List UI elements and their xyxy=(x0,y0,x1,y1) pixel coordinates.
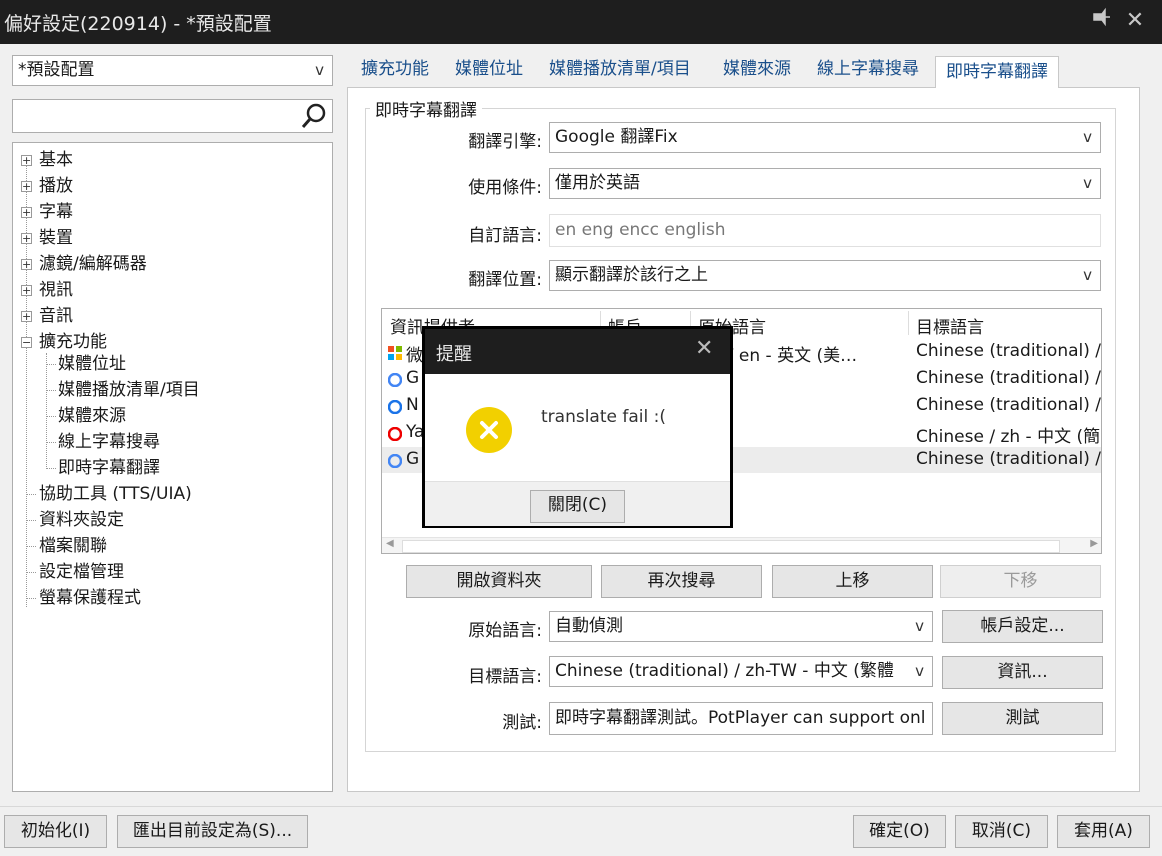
dialog-message: translate fail :( xyxy=(541,407,666,427)
condition-label: 使用條件: xyxy=(468,178,542,198)
ms-icon xyxy=(388,345,402,360)
pin-icon[interactable] xyxy=(1086,6,1116,36)
cancel-button[interactable]: 取消(C) xyxy=(955,815,1048,848)
table-cell-target: Chinese (traditional) / xyxy=(916,449,1102,469)
tree-item[interactable]: 設定檔管理 xyxy=(39,561,124,583)
tree-item[interactable]: 擴充功能 xyxy=(39,331,107,353)
dialog-close-button[interactable]: 關閉(C) xyxy=(530,490,625,523)
tab-playlist[interactable]: 媒體播放清單/項目 xyxy=(549,54,691,85)
export-settings-button[interactable]: 匯出目前設定為(S)... xyxy=(117,815,308,848)
tree-subitem[interactable]: 媒體來源 xyxy=(58,405,126,427)
chevron-down-icon: v xyxy=(915,617,924,635)
column-header[interactable]: 目標語言 xyxy=(916,313,1101,338)
tab-extensions[interactable]: 擴充功能 xyxy=(361,54,429,85)
tree-item[interactable]: 檔案關聯 xyxy=(39,535,107,557)
tab-realtime-translation[interactable]: 即時字幕翻譯 xyxy=(935,56,1059,88)
move-up-button[interactable]: 上移 xyxy=(772,565,933,598)
alert-dialog: 提醒 ✕ translate fail :( 關閉(C) xyxy=(422,326,733,528)
tree-item[interactable]: 協助工具 (TTS/UIA) xyxy=(39,483,192,505)
profile-select[interactable]: *預設配置 v xyxy=(12,55,333,86)
tree-item[interactable]: 基本 xyxy=(39,149,73,171)
ok-button[interactable]: 確定(O) xyxy=(853,815,946,848)
source-lang-select[interactable]: 自動偵測 v xyxy=(549,611,933,642)
test-label: 測試: xyxy=(502,713,542,733)
custom-lang-input[interactable]: en eng encc english xyxy=(549,214,1101,247)
chevron-down-icon: v xyxy=(1083,266,1092,284)
position-label: 翻譯位置: xyxy=(468,270,542,290)
title-bar: 偏好設定(220914) - *預設配置 ✕ xyxy=(0,0,1162,44)
scroll-right-icon[interactable]: ▶ xyxy=(1090,538,1098,549)
table-cell-target: Chinese (traditional) / xyxy=(916,395,1102,415)
test-input[interactable]: 即時字幕翻譯測試。PotPlayer can support onl xyxy=(549,702,933,735)
horizontal-scrollbar[interactable]: ◀ ▶ xyxy=(382,537,1101,553)
expand-icon[interactable]: + xyxy=(21,207,32,218)
table-cell-target: Chinese (traditional) / xyxy=(916,341,1102,361)
account-settings-button[interactable]: 帳戶設定... xyxy=(942,610,1103,643)
test-button[interactable]: 測試 xyxy=(942,702,1103,735)
tab-media-address[interactable]: 媒體位址 xyxy=(455,54,523,85)
tree-item[interactable]: 視訊 xyxy=(39,279,73,301)
apply-button[interactable]: 套用(A) xyxy=(1057,815,1150,848)
expand-icon[interactable]: + xyxy=(21,285,32,296)
chevron-down-icon: v xyxy=(915,662,924,680)
naver-icon xyxy=(387,399,403,415)
expand-icon[interactable]: + xyxy=(21,311,32,322)
search-again-button[interactable]: 再次搜尋 xyxy=(601,565,762,598)
tree-item[interactable]: 音訊 xyxy=(39,305,73,327)
search-input[interactable] xyxy=(12,99,333,133)
dialog-title: 提醒 xyxy=(436,344,472,365)
window-title: 偏好設定(220914) - *預設配置 xyxy=(4,13,272,35)
scroll-left-icon[interactable]: ◀ xyxy=(386,538,394,549)
tree-item[interactable]: 螢幕保護程式 xyxy=(39,587,141,609)
target-lang-label: 目標語言: xyxy=(468,667,542,687)
scrollbar-thumb[interactable] xyxy=(402,540,1060,553)
target-lang-select[interactable]: Chinese (traditional) / zh-TW - 中文 (繁體 v xyxy=(549,656,933,687)
error-icon xyxy=(466,407,512,453)
settings-tree: + 基本 + 播放 + 字幕 + 裝置 + 濾鏡/編解碼器 + 視訊 + 音訊 − 擴充功能 媒體位址媒體播放… xyxy=(12,142,333,792)
chevron-down-icon: v xyxy=(315,61,324,79)
tree-item[interactable]: 裝置 xyxy=(39,227,73,249)
tree-item[interactable]: 字幕 xyxy=(39,201,73,223)
dialog-footer: 關閉(C) xyxy=(425,481,730,526)
tree-subitem[interactable]: 媒體位址 xyxy=(58,353,126,375)
tab-online-subtitle[interactable]: 線上字幕搜尋 xyxy=(817,54,919,85)
close-icon[interactable]: ✕ xyxy=(695,336,713,361)
dialog-title-bar: 提醒 ✕ xyxy=(425,329,730,374)
group-title: 即時字幕翻譯 xyxy=(370,96,482,121)
expand-icon[interactable]: + xyxy=(21,259,32,270)
google-icon xyxy=(387,372,403,388)
position-select[interactable]: 顯示翻譯於該行之上 v xyxy=(549,260,1101,291)
tree-item[interactable]: 資料夾設定 xyxy=(39,509,124,531)
profile-value: *預設配置 xyxy=(18,60,95,80)
source-lang-label: 原始語言: xyxy=(468,621,542,641)
tab-media-source[interactable]: 媒體來源 xyxy=(723,54,791,85)
tree-subitem[interactable]: 即時字幕翻譯 xyxy=(58,457,160,479)
custom-lang-label: 自訂語言: xyxy=(468,226,542,246)
yandex-icon xyxy=(387,426,403,442)
tree-item[interactable]: 濾鏡/編解碼器 xyxy=(39,253,147,275)
engine-select[interactable]: Google 翻譯Fix v xyxy=(549,122,1101,153)
tree-subitem[interactable]: 線上字幕搜尋 xyxy=(58,431,160,453)
table-cell-target: Chinese / zh - 中文 (簡 xyxy=(916,427,1101,447)
google-icon xyxy=(387,453,403,469)
move-down-button[interactable]: 下移 xyxy=(940,565,1101,598)
engine-label: 翻譯引擎: xyxy=(468,132,542,152)
expand-icon[interactable]: + xyxy=(21,233,32,244)
expand-icon[interactable]: + xyxy=(21,181,32,192)
tree-subitem[interactable]: 媒體播放清單/項目 xyxy=(58,379,200,401)
initialize-button[interactable]: 初始化(I) xyxy=(4,815,107,848)
table-cell-target: Chinese (traditional) / xyxy=(916,368,1102,388)
chevron-down-icon: v xyxy=(1083,128,1092,146)
tree-item[interactable]: 播放 xyxy=(39,175,73,197)
condition-select[interactable]: 僅用於英語 v xyxy=(549,168,1101,199)
info-button[interactable]: 資訊... xyxy=(942,656,1103,689)
expand-icon[interactable]: + xyxy=(21,155,32,166)
collapse-icon[interactable]: − xyxy=(21,337,32,348)
close-icon[interactable]: ✕ xyxy=(1120,6,1150,36)
chevron-down-icon: v xyxy=(1083,174,1092,192)
search-icon[interactable] xyxy=(300,102,328,132)
open-folder-button[interactable]: 開啟資料夾 xyxy=(406,565,592,598)
